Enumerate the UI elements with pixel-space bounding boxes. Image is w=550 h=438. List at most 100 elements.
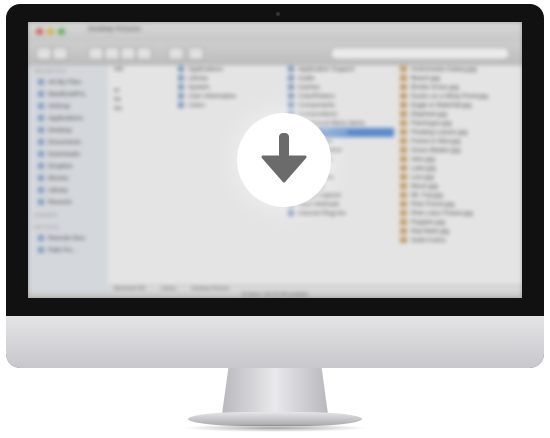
sidebar-item[interactable]: Recents — [28, 197, 108, 209]
action-button[interactable] — [188, 47, 204, 60]
column-view-button[interactable] — [120, 47, 136, 60]
list-item-label: User Information — [188, 93, 237, 100]
list-item[interactable]: Lake.jpg — [394, 164, 522, 173]
list-item[interactable]: Internet Plug-Ins — [282, 209, 394, 218]
folder-icon — [178, 66, 184, 72]
list-item-label: Lake.jpg — [411, 165, 436, 172]
list-item-label: Moon.jpg — [411, 183, 438, 190]
list-item-label: Lion.jpg — [411, 174, 434, 181]
sidebar-item[interactable]: Documents — [28, 137, 108, 149]
cover-flow-button[interactable] — [136, 47, 152, 60]
list-item[interactable]: Audio — [282, 74, 394, 83]
image-thumbnail-icon — [400, 228, 407, 234]
list-item-label: Internet Plug-Ins — [298, 210, 346, 217]
arrange-button[interactable] — [168, 47, 184, 60]
list-item[interactable]: Library — [172, 74, 282, 83]
list-item-label: Pink Forest.jpg — [411, 201, 455, 208]
list-item[interactable]: les — [108, 104, 172, 113]
sidebar-header-devices: DEVICES — [34, 225, 60, 231]
sidebar-item[interactable]: Library — [28, 185, 108, 197]
list-item[interactable]: Lion.jpg — [394, 173, 522, 182]
finder-toolbar — [28, 42, 522, 65]
download-overlay-button[interactable] — [237, 113, 331, 207]
monitor-screen: Desktop Pictures FAVORITES All My Files … — [28, 22, 522, 298]
sidebar-item[interactable]: Movies — [28, 173, 108, 185]
search-input[interactable] — [330, 47, 510, 60]
list-item-label: Forest in Mist.jpg — [411, 138, 461, 145]
image-thumbnail-icon — [400, 165, 407, 171]
image-thumbnail-icon — [400, 138, 407, 144]
list-item-label: Beach.jpg — [411, 75, 440, 82]
folder-icon — [178, 102, 184, 108]
list-item[interactable]: Pink Forest.jpg — [394, 200, 522, 209]
icon-view-button[interactable] — [88, 47, 104, 60]
list-item[interactable]: er — [108, 86, 172, 95]
list-item[interactable]: ColorPickers — [282, 92, 394, 101]
close-window-icon[interactable] — [36, 28, 43, 35]
image-thumbnail-icon — [400, 93, 407, 99]
status-bar: 20 items, 102.25 GB available — [28, 292, 522, 298]
list-item-label: Components — [298, 102, 335, 109]
image-thumbnail-icon — [400, 84, 407, 90]
list-item-label: Grass Blades.jpg — [411, 147, 461, 154]
sidebar-item[interactable]: MacBookPro — [28, 89, 108, 101]
list-item[interactable]: Red Bells.jpg — [394, 227, 522, 236]
list-item[interactable]: Flamingos.jpg — [394, 119, 522, 128]
list-item-label: Application Support — [298, 66, 355, 73]
image-thumbnail-icon — [400, 66, 407, 72]
list-item[interactable]: System — [172, 83, 282, 92]
list-item[interactable]: Elephant.jpg — [394, 110, 522, 119]
minimize-window-icon[interactable] — [47, 28, 54, 35]
list-item[interactable]: Isles.jpg — [394, 155, 522, 164]
list-item[interactable]: Mt. Fuji.jpg — [394, 191, 522, 200]
list-item-label: System — [188, 84, 210, 91]
folder-icon — [178, 84, 184, 90]
zoom-window-icon[interactable] — [58, 28, 65, 35]
window-title: Desktop Pictures — [88, 26, 141, 33]
sidebar-item[interactable]: All My Files — [28, 77, 108, 89]
list-item[interactable]: Moon.jpg — [394, 182, 522, 191]
list-item-label: Poppies.jpg — [411, 219, 445, 226]
list-item[interactable]: ler — [108, 95, 172, 104]
forward-button[interactable] — [52, 47, 68, 60]
back-button[interactable] — [36, 47, 52, 60]
image-thumbnail-icon — [400, 192, 407, 198]
list-item[interactable]: Caches — [282, 83, 394, 92]
list-item-label: Red Bells.jpg — [411, 228, 450, 235]
list-item[interactable]: Ducks on a Misty Pond.jpg — [394, 92, 522, 101]
list-item[interactable]: Eagle & Waterfall.jpg — [394, 101, 522, 110]
image-thumbnail-icon — [400, 147, 407, 153]
list-item[interactable]: Pink Lotus Flower.jpg — [394, 209, 522, 218]
sidebar-item[interactable]: Remote Disc — [28, 233, 108, 245]
list-item[interactable]: Users — [172, 101, 282, 110]
sidebar-item[interactable]: Desktop — [28, 125, 108, 137]
list-item[interactable]: Forest in Mist.jpg — [394, 137, 522, 146]
sidebar-header-shared: SHARED — [34, 213, 58, 219]
list-item[interactable]: Bristle Grass.jpg — [394, 83, 522, 92]
list-item[interactable]: User Information — [172, 92, 282, 101]
list-item-label: Library — [188, 75, 208, 82]
image-thumbnail-icon — [400, 156, 407, 162]
list-item[interactable]: Application Support — [282, 65, 394, 74]
list-item[interactable]: Grass Blades.jpg — [394, 146, 522, 155]
sidebar-item[interactable]: Dropbox — [28, 161, 108, 173]
list-item[interactable]: Beach.jpg — [394, 74, 522, 83]
list-item[interactable]: Applications — [172, 65, 282, 74]
finder-sidebar: FAVORITES All My Files MacBookPro AirDro… — [28, 65, 108, 298]
list-item[interactable]: Components — [282, 101, 394, 110]
folder-icon — [288, 66, 294, 72]
list-item[interactable]: Floating Leaves.jpg — [394, 128, 522, 137]
sidebar-item[interactable]: Downloads — [28, 149, 108, 161]
sidebar-item[interactable]: Path Fin... — [28, 245, 108, 257]
list-item[interactable]: Andromeda Galaxy.jpg — [394, 65, 522, 74]
list-item[interactable]: Solid Colors — [394, 236, 522, 245]
list-item[interactable]: HD — [108, 65, 172, 74]
image-thumbnail-icon — [400, 201, 407, 207]
list-item-label: Floating Leaves.jpg — [411, 129, 468, 136]
sidebar-item[interactable]: Applications — [28, 113, 108, 125]
sidebar-item[interactable]: AirDrop — [28, 101, 108, 113]
list-item[interactable]: Poppies.jpg — [394, 218, 522, 227]
folder-icon — [178, 93, 184, 99]
list-view-button[interactable] — [104, 47, 120, 60]
image-thumbnail-icon — [400, 129, 407, 135]
